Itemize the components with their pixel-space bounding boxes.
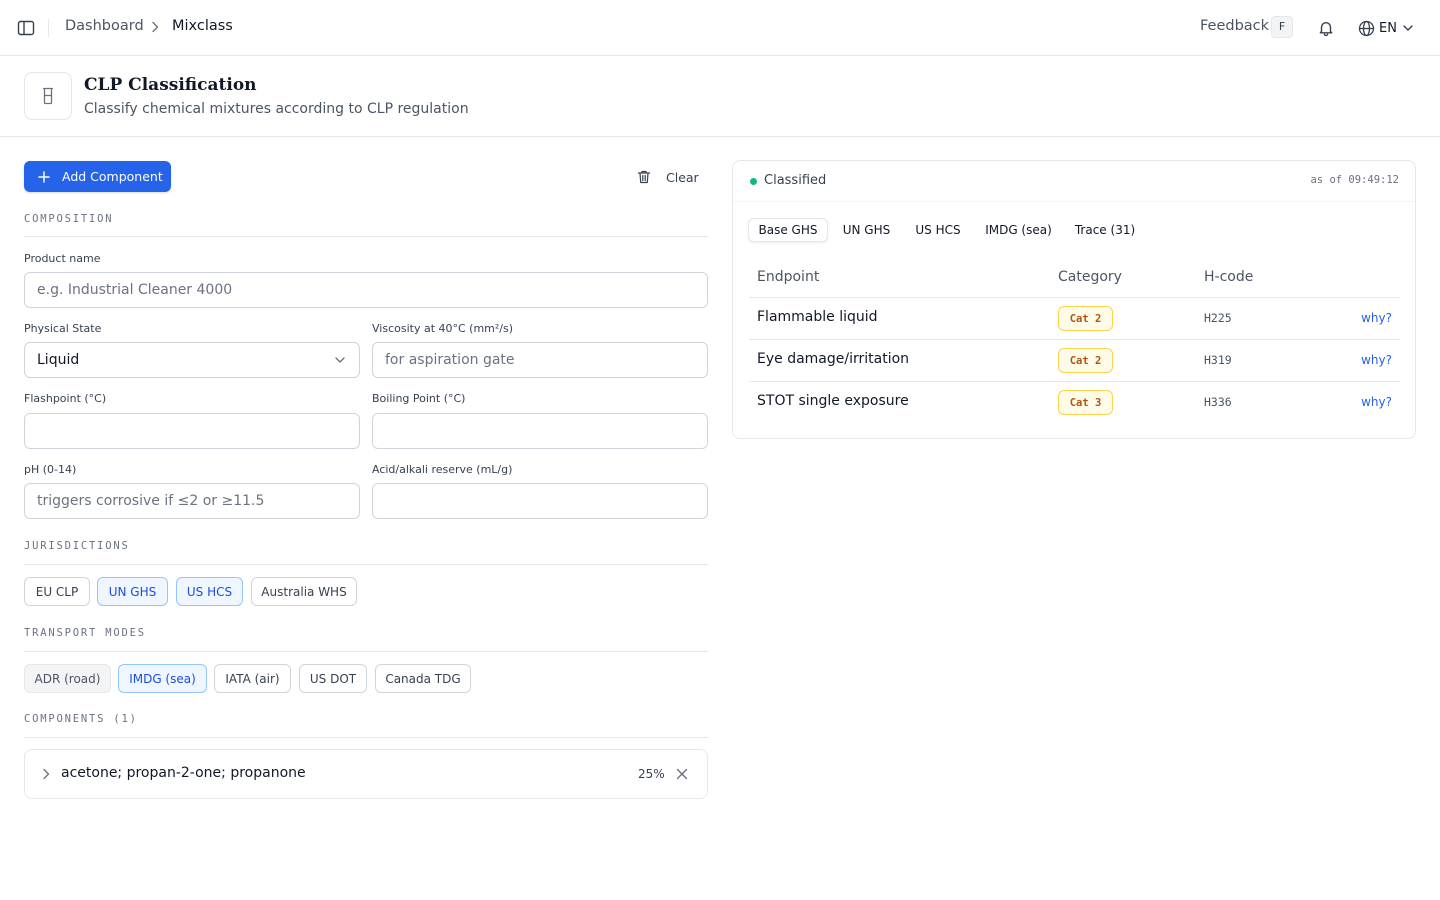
transport-canada-tdg[interactable]: Canada TDG [375,664,471,693]
boiling-point-label: Boiling Point (°C) [372,392,466,405]
why-link[interactable]: why? [1361,311,1392,325]
close-icon[interactable] [675,767,689,781]
results-header: Classified as of 09:49:12 [733,161,1415,202]
jurisdictions-section-label: JURISDICTIONS [24,540,130,552]
product-name-label: Product name [24,252,101,265]
category-badge: Cat 3 [1058,390,1113,415]
endpoint-cell: Eye damage/irritation [757,351,910,367]
chevron-right-icon[interactable] [39,767,53,781]
physical-state-value: Liquid [37,352,80,368]
trash-icon [637,170,651,184]
bell-icon[interactable] [1317,19,1335,37]
section-divider [24,236,708,237]
flashpoint-input[interactable] [24,413,360,449]
transport-us-dot[interactable]: US DOT [299,664,367,693]
component-card[interactable]: acetone; propan-2-one; propanone 25% [24,749,708,799]
column-header-category: Category [1058,269,1122,285]
timestamp: as of 09:49:12 [1310,174,1399,186]
section-divider [24,564,708,565]
tab-us-hcs[interactable]: US HCS [909,218,967,242]
toolbar-divider [48,19,49,37]
jurisdiction-un-ghs[interactable]: UN GHS [97,577,168,606]
breadcrumb-dashboard[interactable]: Dashboard [65,18,144,34]
category-badge: Cat 2 [1058,348,1113,373]
boiling-point-input[interactable] [372,413,708,449]
column-header-hcode: H-code [1204,269,1254,285]
column-header-endpoint: Endpoint [757,269,820,285]
table-row: Eye damage/irritation Cat 2 H319 why? [749,340,1400,382]
add-component-label: Add Component [62,169,163,184]
tab-trace[interactable]: Trace (31) [1069,218,1141,242]
ph-input[interactable] [24,483,360,519]
feedback-button[interactable]: Feedback [1200,18,1269,34]
product-name-input[interactable] [24,272,708,308]
table-row: STOT single exposure Cat 3 H336 why? [749,382,1400,424]
tab-un-ghs[interactable]: UN GHS [836,218,897,242]
top-bar: Dashboard Mixclass Feedback F EN [0,0,1440,56]
reserve-input[interactable] [372,483,708,519]
endpoint-cell: Flammable liquid [757,309,878,325]
viscosity-label: Viscosity at 40°C (mm²/s) [372,322,514,335]
chevron-right-icon [152,21,159,33]
composition-section-label: COMPOSITION [24,213,114,225]
physical-state-select[interactable]: Liquid [24,342,360,378]
why-link[interactable]: why? [1361,395,1392,409]
viscosity-input[interactable] [372,342,708,378]
chevron-down-icon [335,357,345,363]
section-divider [24,651,708,652]
section-divider [24,737,708,738]
status-text: Classified [764,173,827,188]
page-icon-box [24,72,72,120]
page-header: CLP Classification Classify chemical mix… [0,56,1440,137]
results-panel: Classified as of 09:49:12 Base GHS UN GH… [732,160,1416,439]
breadcrumb-current: Mixclass [172,18,233,34]
feedback-shortcut-badge: F [1271,16,1293,38]
chevron-down-icon [1403,25,1413,31]
clear-label: Clear [666,169,699,185]
hcode-cell: H225 [1204,311,1232,325]
transport-adr-road[interactable]: ADR (road) [24,664,111,693]
physical-state-label: Physical State [24,322,102,335]
hcode-cell: H336 [1204,395,1232,409]
components-section-label: COMPONENTS (1) [24,713,138,725]
transport-imdg-sea[interactable]: IMDG (sea) [118,664,207,693]
plus-icon [38,170,50,183]
add-component-button[interactable]: Add Component [24,161,171,192]
status-dot [750,178,757,185]
tab-base-ghs[interactable]: Base GHS [748,218,828,242]
jurisdiction-us-hcs[interactable]: US HCS [176,577,243,606]
why-link[interactable]: why? [1361,353,1392,367]
clear-button[interactable]: Clear [636,166,699,188]
component-percent: 25% [638,767,665,781]
tab-imdg-sea[interactable]: IMDG (sea) [978,218,1059,242]
reserve-label: Acid/alkali reserve (mL/g) [372,463,513,476]
flashpoint-label: Flashpoint (°C) [24,392,107,405]
component-name: acetone; propan-2-one; propanone [61,765,306,781]
language-selector[interactable]: EN [1358,17,1415,39]
jurisdiction-eu-clp[interactable]: EU CLP [24,577,90,606]
jurisdiction-australia-whs[interactable]: Australia WHS [251,577,357,606]
page-subtitle: Classify chemical mixtures according to … [84,101,469,117]
category-badge: Cat 2 [1058,306,1113,331]
transport-iata-air[interactable]: IATA (air) [214,664,291,693]
transport-section-label: TRANSPORT MODES [24,627,146,639]
table-row: Flammable liquid Cat 2 H225 why? [749,298,1400,340]
endpoint-cell: STOT single exposure [757,393,909,409]
hcode-cell: H319 [1204,353,1232,367]
language-code: EN [1379,20,1397,36]
page-title: CLP Classification [84,75,257,95]
globe-icon [1358,20,1375,36]
sidebar-toggle-icon[interactable] [16,18,36,38]
beaker-icon [42,87,54,105]
ph-label: pH (0-14) [24,463,77,476]
